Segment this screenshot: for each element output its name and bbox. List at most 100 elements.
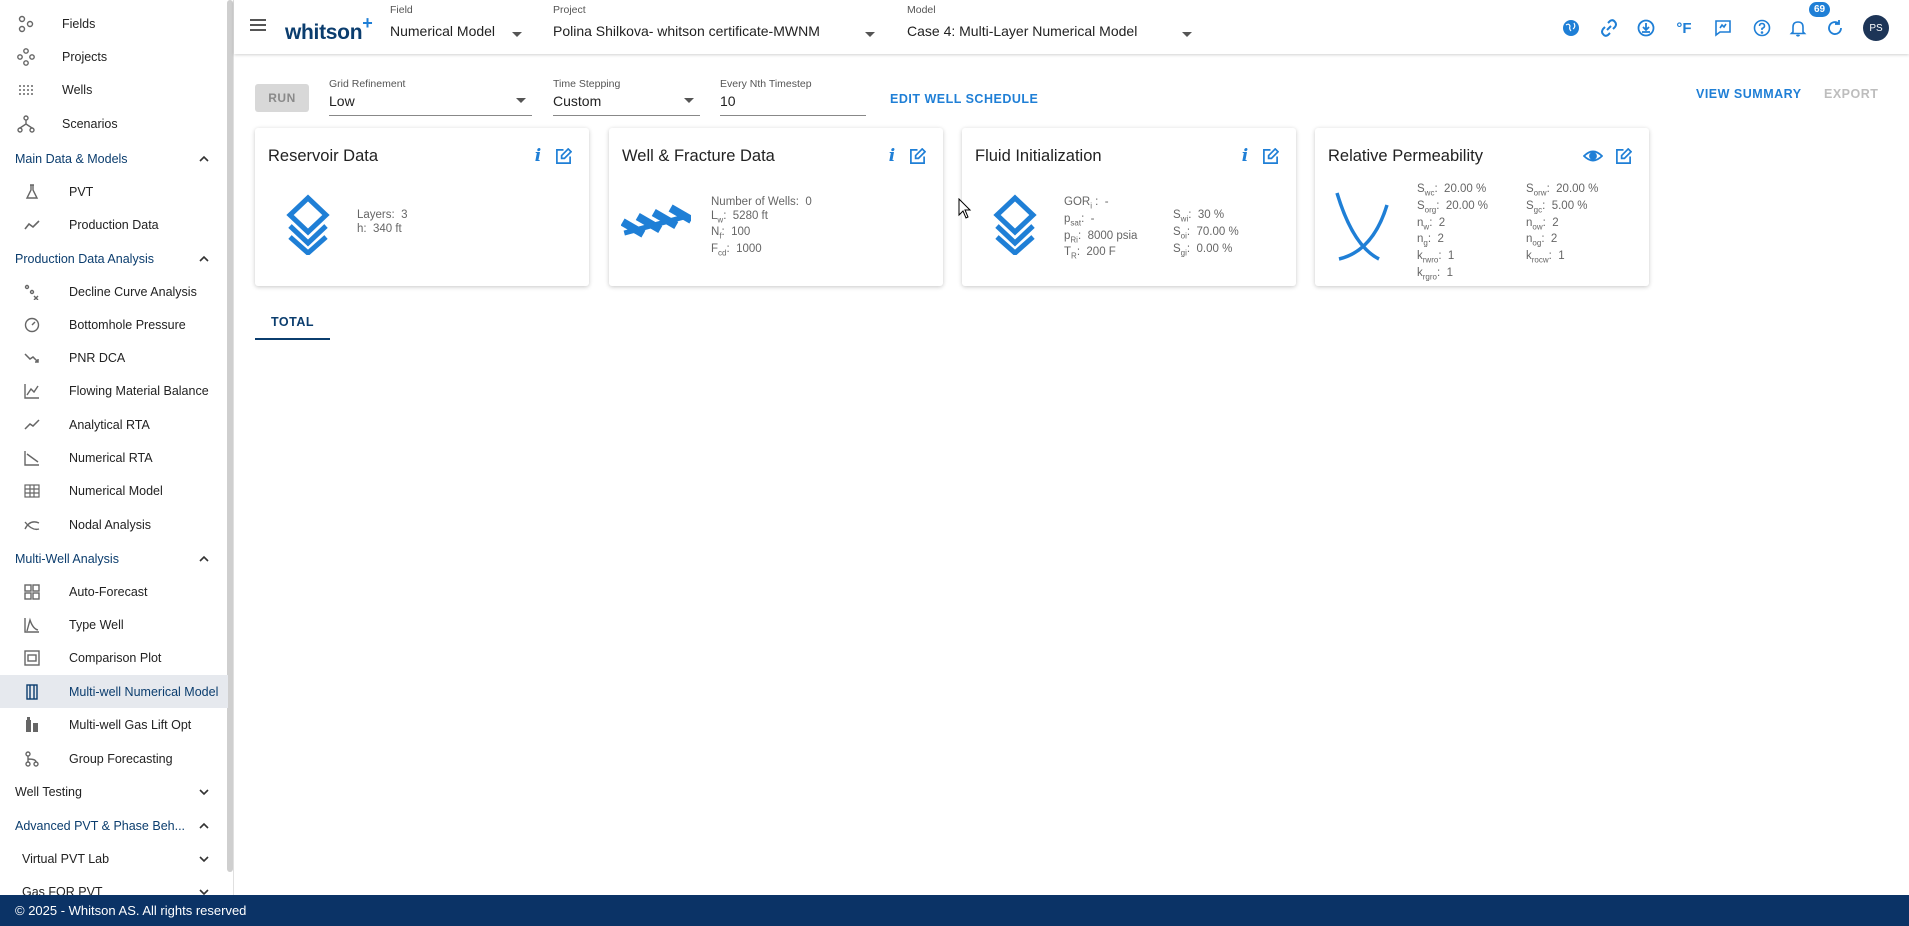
sidebar-item-label: Scenarios	[62, 116, 118, 131]
mouse-cursor-icon	[958, 198, 972, 219]
avatar[interactable]: PS	[1863, 15, 1889, 41]
info-icon[interactable]: i	[1234, 145, 1256, 167]
edit-icon[interactable]	[906, 145, 928, 167]
footer-text: © 2025 - Whitson AS. All rights reserved	[15, 903, 247, 918]
sidebar-subsection-virtual-pvt-lab[interactable]: Virtual PVT Lab	[0, 842, 228, 875]
param-value: 8000 psia	[1087, 229, 1138, 242]
tab-total[interactable]: TOTAL	[255, 306, 330, 340]
sidebar-item-multi-well-gas-lift-opt[interactable]: Multi-well Gas Lift Opt	[0, 708, 228, 741]
fields-icon	[16, 14, 36, 34]
sidebar-item-label: Group Forecasting	[69, 751, 173, 766]
chevron-up-icon	[199, 155, 209, 162]
temperature-unit-icon[interactable]: °F	[1673, 17, 1695, 39]
sidebar-item-multi-well-numerical-model[interactable]: Multi-well Numerical Model	[0, 675, 228, 708]
section-label: Gas FOR PVT	[22, 884, 103, 896]
line-icon	[22, 415, 42, 435]
edit-icon[interactable]	[552, 145, 574, 167]
fluid-params-right: Swi: 30 % Soi: 70.00 % Sgi: 0.00 %	[1173, 209, 1239, 257]
field-select[interactable]: Field Numerical Model	[390, 4, 522, 50]
sidebar-item-fields[interactable]: Fields	[0, 7, 228, 40]
sidebar-item-nodal-analysis[interactable]: Nodal Analysis	[0, 508, 228, 541]
comparison-icon	[22, 648, 42, 668]
sidebar-section-main-data[interactable]: Main Data & Models	[0, 142, 228, 175]
sidebar-item-numerical-model[interactable]: Numerical Model	[0, 474, 228, 507]
reservoir-data-card: Reservoir Data i Layers: 3 h: 340 ft	[255, 128, 589, 286]
eye-icon[interactable]	[1582, 145, 1604, 167]
wells-icon	[16, 80, 36, 100]
menu-icon[interactable]	[250, 17, 268, 33]
nth-timestep-input[interactable]: Every Nth Timestep 10	[720, 78, 866, 116]
export-button[interactable]: EXPORT	[1824, 87, 1878, 101]
info-icon[interactable]: i	[527, 145, 549, 167]
sidebar-item-decline-curve-analysis[interactable]: Decline Curve Analysis	[0, 275, 228, 308]
sidebar-item-pvt[interactable]: PVT	[0, 175, 228, 208]
sidebar-section-production-data-analysis[interactable]: Production Data Analysis	[0, 242, 228, 275]
flask-icon	[22, 182, 42, 202]
sidebar-item-label: Type Well	[69, 617, 124, 632]
sidebar-item-production-data[interactable]: Production Data	[0, 208, 228, 241]
param-value: 0.00 %	[1196, 242, 1233, 255]
sidebar-subsection-gas-for-pvt[interactable]: Gas FOR PVT	[0, 875, 228, 895]
sidebar-item-bottomhole-pressure[interactable]: Bottomhole Pressure	[0, 308, 228, 341]
sidebar-item-pnr-dca[interactable]: PNR DCA	[0, 341, 228, 374]
section-label: Advanced PVT & Phase Beh...	[15, 818, 186, 833]
field-value: 10	[720, 93, 736, 109]
sidebar-item-flowing-material-balance[interactable]: Flowing Material Balance	[0, 374, 228, 407]
grid-refinement-select[interactable]: Grid Refinement Low	[329, 78, 532, 116]
sidebar-item-type-well[interactable]: Type Well	[0, 608, 228, 641]
param-value: 340 ft	[372, 222, 402, 235]
param-value: 70.00 %	[1196, 225, 1239, 238]
edit-icon[interactable]	[1612, 145, 1634, 167]
edit-well-schedule-button[interactable]: EDIT WELL SCHEDULE	[890, 92, 1038, 106]
section-label: Well Testing	[15, 784, 82, 799]
sidebar-item-label: Comparison Plot	[69, 650, 162, 665]
time-stepping-select[interactable]: Time Stepping Custom	[553, 78, 700, 116]
globe-icon[interactable]	[1560, 17, 1582, 39]
sidebar-item-auto-forecast[interactable]: Auto-Forecast	[0, 575, 228, 608]
sidebar-item-group-forecasting[interactable]: Group Forecasting	[0, 742, 228, 775]
param-value: 100	[731, 226, 751, 239]
param-value: 20.00 %	[1445, 199, 1489, 212]
sidebar-section-multi-well-analysis[interactable]: Multi-Well Analysis	[0, 542, 228, 575]
notifications-badge: 69	[1809, 2, 1831, 17]
param-label: Number of Wells:	[711, 196, 799, 208]
feedback-icon[interactable]	[1712, 17, 1734, 39]
info-icon[interactable]: i	[881, 145, 903, 167]
project-select[interactable]: Project Polina Shilkova- whitson certifi…	[553, 4, 875, 50]
sidebar-item-label: Numerical RTA	[69, 450, 153, 465]
field-caption: Every Nth Timestep	[720, 78, 812, 90]
logo-plus: +	[362, 13, 373, 33]
sidebar-section-well-testing[interactable]: Well Testing	[0, 775, 228, 808]
sidebar-section-advanced-pvt[interactable]: Advanced PVT & Phase Beh...	[0, 809, 228, 842]
sidebar-item-wells[interactable]: Wells	[0, 73, 228, 106]
notifications-icon[interactable]	[1787, 17, 1809, 39]
rta-icon	[22, 448, 42, 468]
fracture-icon	[621, 204, 691, 238]
help-icon[interactable]	[1751, 17, 1773, 39]
chart-icon	[22, 381, 42, 401]
sidebar-item-numerical-rta[interactable]: Numerical RTA	[0, 441, 228, 474]
param-value: 3	[401, 209, 408, 221]
card-title: Fluid Initialization	[975, 147, 1102, 165]
sidebar-item-label: Production Data	[69, 217, 159, 232]
footer: © 2025 - Whitson AS. All rights reserved	[0, 895, 1909, 926]
download-icon[interactable]	[1635, 17, 1657, 39]
field-value: Custom	[553, 93, 602, 109]
sidebar-item-comparison-plot[interactable]: Comparison Plot	[0, 641, 228, 674]
run-button[interactable]: RUN	[255, 84, 309, 112]
link-icon[interactable]	[1598, 17, 1620, 39]
edit-icon[interactable]	[1259, 145, 1281, 167]
param-value: 0	[805, 196, 812, 208]
view-summary-button[interactable]: VIEW SUMMARY	[1696, 87, 1802, 101]
sidebar-item-scenarios[interactable]: Scenarios	[0, 107, 228, 140]
fluid-params-left: GORi : - psat: - pRi: 8000 psia TR: 200 …	[1064, 196, 1138, 261]
refresh-icon[interactable]	[1824, 17, 1846, 39]
sidebar-item-label: Fields	[62, 16, 96, 31]
model-select[interactable]: Model Case 4: Multi-Layer Numerical Mode…	[907, 4, 1192, 50]
sidebar-item-analytical-rta[interactable]: Analytical RTA	[0, 408, 228, 441]
param-value: 2	[1437, 233, 1444, 246]
logo[interactable]: whitson+	[285, 13, 373, 45]
chevron-up-icon	[199, 555, 209, 562]
scenarios-icon	[16, 114, 36, 134]
sidebar-item-projects[interactable]: Projects	[0, 40, 228, 73]
